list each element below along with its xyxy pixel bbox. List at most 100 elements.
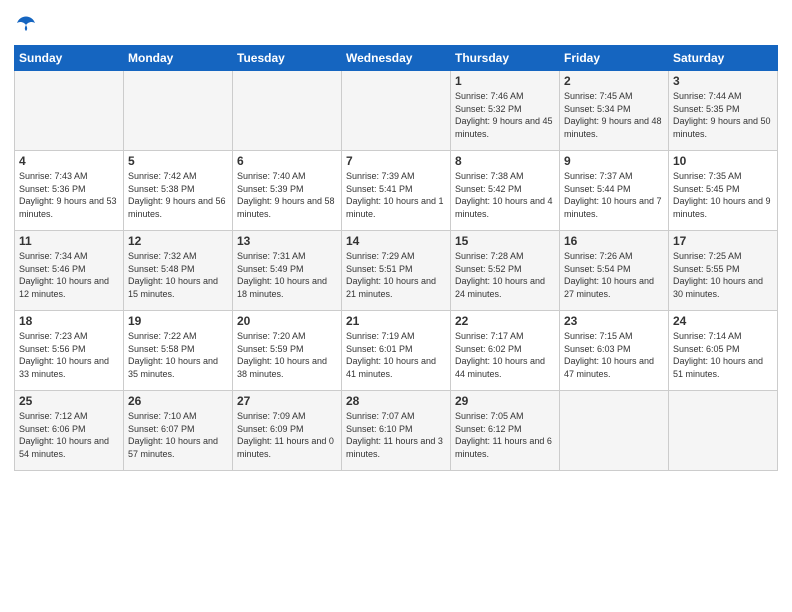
day-number: 27 — [237, 394, 337, 408]
day-number: 14 — [346, 234, 446, 248]
day-number: 5 — [128, 154, 228, 168]
calendar-cell: 28 Sunrise: 7:07 AM Sunset: 6:10 PM Dayli… — [342, 391, 451, 471]
calendar-cell: 7 Sunrise: 7:39 AM Sunset: 5:41 PM Daylig… — [342, 151, 451, 231]
day-number: 18 — [19, 314, 119, 328]
column-header-sunday: Sunday — [15, 46, 124, 71]
calendar-cell: 4 Sunrise: 7:43 AM Sunset: 5:36 PM Daylig… — [15, 151, 124, 231]
day-info: Sunrise: 7:17 AM Sunset: 6:02 PM Dayligh… — [455, 330, 555, 380]
day-info: Sunrise: 7:09 AM Sunset: 6:09 PM Dayligh… — [237, 410, 337, 460]
day-info: Sunrise: 7:31 AM Sunset: 5:49 PM Dayligh… — [237, 250, 337, 300]
calendar-cell: 13 Sunrise: 7:31 AM Sunset: 5:49 PM Dayli… — [233, 231, 342, 311]
day-number: 9 — [564, 154, 664, 168]
calendar-cell: 20 Sunrise: 7:20 AM Sunset: 5:59 PM Dayli… — [233, 311, 342, 391]
calendar-cell: 3 Sunrise: 7:44 AM Sunset: 5:35 PM Daylig… — [669, 71, 778, 151]
day-number: 15 — [455, 234, 555, 248]
calendar-cell: 12 Sunrise: 7:32 AM Sunset: 5:48 PM Dayli… — [124, 231, 233, 311]
day-number: 20 — [237, 314, 337, 328]
day-info: Sunrise: 7:20 AM Sunset: 5:59 PM Dayligh… — [237, 330, 337, 380]
calendar-cell: 1 Sunrise: 7:46 AM Sunset: 5:32 PM Daylig… — [451, 71, 560, 151]
calendar-cell: 10Sunrise: 7:35 AM Sunset: 5:45 PM Dayli… — [669, 151, 778, 231]
day-info: Sunrise: 7:15 AM Sunset: 6:03 PM Dayligh… — [564, 330, 664, 380]
day-number: 2 — [564, 74, 664, 88]
day-number: 26 — [128, 394, 228, 408]
calendar-cell: 6 Sunrise: 7:40 AM Sunset: 5:39 PM Daylig… — [233, 151, 342, 231]
calendar-cell: 29 Sunrise: 7:05 AM Sunset: 6:12 PM Dayli… — [451, 391, 560, 471]
calendar-cell: 21 Sunrise: 7:19 AM Sunset: 6:01 PM Dayli… — [342, 311, 451, 391]
calendar-cell: 8 Sunrise: 7:38 AM Sunset: 5:42 PM Daylig… — [451, 151, 560, 231]
day-number: 7 — [346, 154, 446, 168]
logo-bird-icon — [16, 14, 36, 34]
day-info: Sunrise: 7:19 AM Sunset: 6:01 PM Dayligh… — [346, 330, 446, 380]
day-number: 16 — [564, 234, 664, 248]
day-number: 8 — [455, 154, 555, 168]
week-row-3: 11 Sunrise: 7:34 AM Sunset: 5:46 PM Dayli… — [15, 231, 778, 311]
day-info: Sunrise: 7:45 AM Sunset: 5:34 PM Dayligh… — [564, 90, 664, 140]
calendar-cell: 18 Sunrise: 7:23 AM Sunset: 5:56 PM Dayli… — [15, 311, 124, 391]
calendar-cell: 25 Sunrise: 7:12 AM Sunset: 6:06 PM Dayli… — [15, 391, 124, 471]
calendar-cell: 5 Sunrise: 7:42 AM Sunset: 5:38 PM Daylig… — [124, 151, 233, 231]
calendar-cell: 14Sunrise: 7:29 AM Sunset: 5:51 PM Dayli… — [342, 231, 451, 311]
day-number: 17 — [673, 234, 773, 248]
day-info: Sunrise: 7:43 AM Sunset: 5:36 PM Dayligh… — [19, 170, 119, 220]
day-number: 22 — [455, 314, 555, 328]
day-number: 4 — [19, 154, 119, 168]
day-info: Sunrise: 7:39 AM Sunset: 5:41 PM Dayligh… — [346, 170, 446, 220]
week-row-5: 25 Sunrise: 7:12 AM Sunset: 6:06 PM Dayli… — [15, 391, 778, 471]
column-header-monday: Monday — [124, 46, 233, 71]
calendar-cell: 26 Sunrise: 7:10 AM Sunset: 6:07 PM Dayli… — [124, 391, 233, 471]
week-row-4: 18 Sunrise: 7:23 AM Sunset: 5:56 PM Dayli… — [15, 311, 778, 391]
day-info: Sunrise: 7:42 AM Sunset: 5:38 PM Dayligh… — [128, 170, 228, 220]
day-info: Sunrise: 7:34 AM Sunset: 5:46 PM Dayligh… — [19, 250, 119, 300]
day-number: 6 — [237, 154, 337, 168]
day-number: 13 — [237, 234, 337, 248]
day-number: 28 — [346, 394, 446, 408]
day-number: 25 — [19, 394, 119, 408]
day-number: 3 — [673, 74, 773, 88]
day-info: Sunrise: 7:12 AM Sunset: 6:06 PM Dayligh… — [19, 410, 119, 460]
day-info: Sunrise: 7:38 AM Sunset: 5:42 PM Dayligh… — [455, 170, 555, 220]
day-info: Sunrise: 7:37 AM Sunset: 5:44 PM Dayligh… — [564, 170, 664, 220]
logo — [14, 14, 36, 39]
calendar-table: SundayMondayTuesdayWednesdayThursdayFrid… — [14, 45, 778, 471]
calendar-cell: 19 Sunrise: 7:22 AM Sunset: 5:58 PM Dayli… — [124, 311, 233, 391]
column-header-friday: Friday — [560, 46, 669, 71]
calendar-cell — [560, 391, 669, 471]
day-number: 19 — [128, 314, 228, 328]
week-row-2: 4 Sunrise: 7:43 AM Sunset: 5:36 PM Daylig… — [15, 151, 778, 231]
calendar-cell: 16 Sunrise: 7:26 AM Sunset: 5:54 PM Dayli… — [560, 231, 669, 311]
calendar-cell: 23 Sunrise: 7:15 AM Sunset: 6:03 PM Dayli… — [560, 311, 669, 391]
calendar-cell — [233, 71, 342, 151]
calendar-cell — [669, 391, 778, 471]
calendar-cell — [342, 71, 451, 151]
day-info: Sunrise: 7:22 AM Sunset: 5:58 PM Dayligh… — [128, 330, 228, 380]
calendar-cell: 2 Sunrise: 7:45 AM Sunset: 5:34 PM Daylig… — [560, 71, 669, 151]
day-number: 24 — [673, 314, 773, 328]
calendar-cell: 9 Sunrise: 7:37 AM Sunset: 5:44 PM Daylig… — [560, 151, 669, 231]
column-header-thursday: Thursday — [451, 46, 560, 71]
column-header-saturday: Saturday — [669, 46, 778, 71]
calendar-cell: 15 Sunrise: 7:28 AM Sunset: 5:52 PM Dayli… — [451, 231, 560, 311]
day-number: 12 — [128, 234, 228, 248]
day-number: 1 — [455, 74, 555, 88]
day-info: Sunrise: 7:44 AM Sunset: 5:35 PM Dayligh… — [673, 90, 773, 140]
day-info: Sunrise: 7:10 AM Sunset: 6:07 PM Dayligh… — [128, 410, 228, 460]
day-number: 11 — [19, 234, 119, 248]
calendar-cell: 27 Sunrise: 7:09 AM Sunset: 6:09 PM Dayli… — [233, 391, 342, 471]
calendar-cell — [124, 71, 233, 151]
day-info: Sunrise: 7:26 AM Sunset: 5:54 PM Dayligh… — [564, 250, 664, 300]
day-info: Sunrise: 7:07 AM Sunset: 6:10 PM Dayligh… — [346, 410, 446, 460]
calendar-cell — [15, 71, 124, 151]
calendar-cell: 22 Sunrise: 7:17 AM Sunset: 6:02 PM Dayli… — [451, 311, 560, 391]
day-number: 23 — [564, 314, 664, 328]
day-info: Sunrise: 7:05 AM Sunset: 6:12 PM Dayligh… — [455, 410, 555, 460]
day-number: 21 — [346, 314, 446, 328]
day-info: Sunrise: 7:46 AM Sunset: 5:32 PM Dayligh… — [455, 90, 555, 140]
day-info: Sunrise: 7:23 AM Sunset: 5:56 PM Dayligh… — [19, 330, 119, 380]
calendar-cell: 24Sunrise: 7:14 AM Sunset: 6:05 PM Dayli… — [669, 311, 778, 391]
day-info: Sunrise: 7:28 AM Sunset: 5:52 PM Dayligh… — [455, 250, 555, 300]
week-row-1: 1 Sunrise: 7:46 AM Sunset: 5:32 PM Daylig… — [15, 71, 778, 151]
day-number: 29 — [455, 394, 555, 408]
day-info: Sunrise: 7:32 AM Sunset: 5:48 PM Dayligh… — [128, 250, 228, 300]
day-info: Sunrise: 7:40 AM Sunset: 5:39 PM Dayligh… — [237, 170, 337, 220]
column-header-wednesday: Wednesday — [342, 46, 451, 71]
